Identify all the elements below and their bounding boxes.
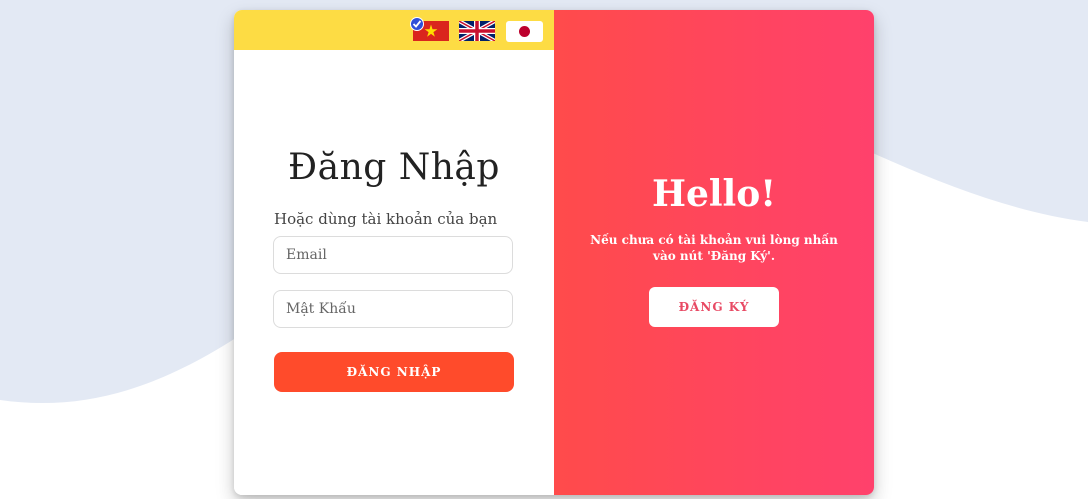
password-input[interactable] [273,290,513,328]
signup-button[interactable]: ĐĂNG KÝ [649,287,779,327]
japan-flag-icon[interactable] [506,21,543,42]
login-title: Đăng Nhập [288,147,500,188]
auth-card: Đăng Nhập Hoặc dùng tài khoản của bạn ĐĂ… [234,10,874,495]
signup-panel: Hello! Nếu chưa có tài khoản vui lòng nh… [554,10,874,495]
language-bar [234,10,554,50]
login-panel: Đăng Nhập Hoặc dùng tài khoản của bạn ĐĂ… [234,10,554,495]
login-subtitle: Hoặc dùng tài khoản của bạn [274,210,498,228]
selected-check-icon [410,17,424,31]
email-input[interactable] [273,236,513,274]
uk-flag-icon[interactable] [459,21,495,41]
signup-message: Nếu chưa có tài khoản vui lòng nhấn vào … [590,233,838,263]
signup-heading: Hello! [651,173,777,215]
login-button[interactable]: ĐĂNG NHẬP [274,352,514,392]
